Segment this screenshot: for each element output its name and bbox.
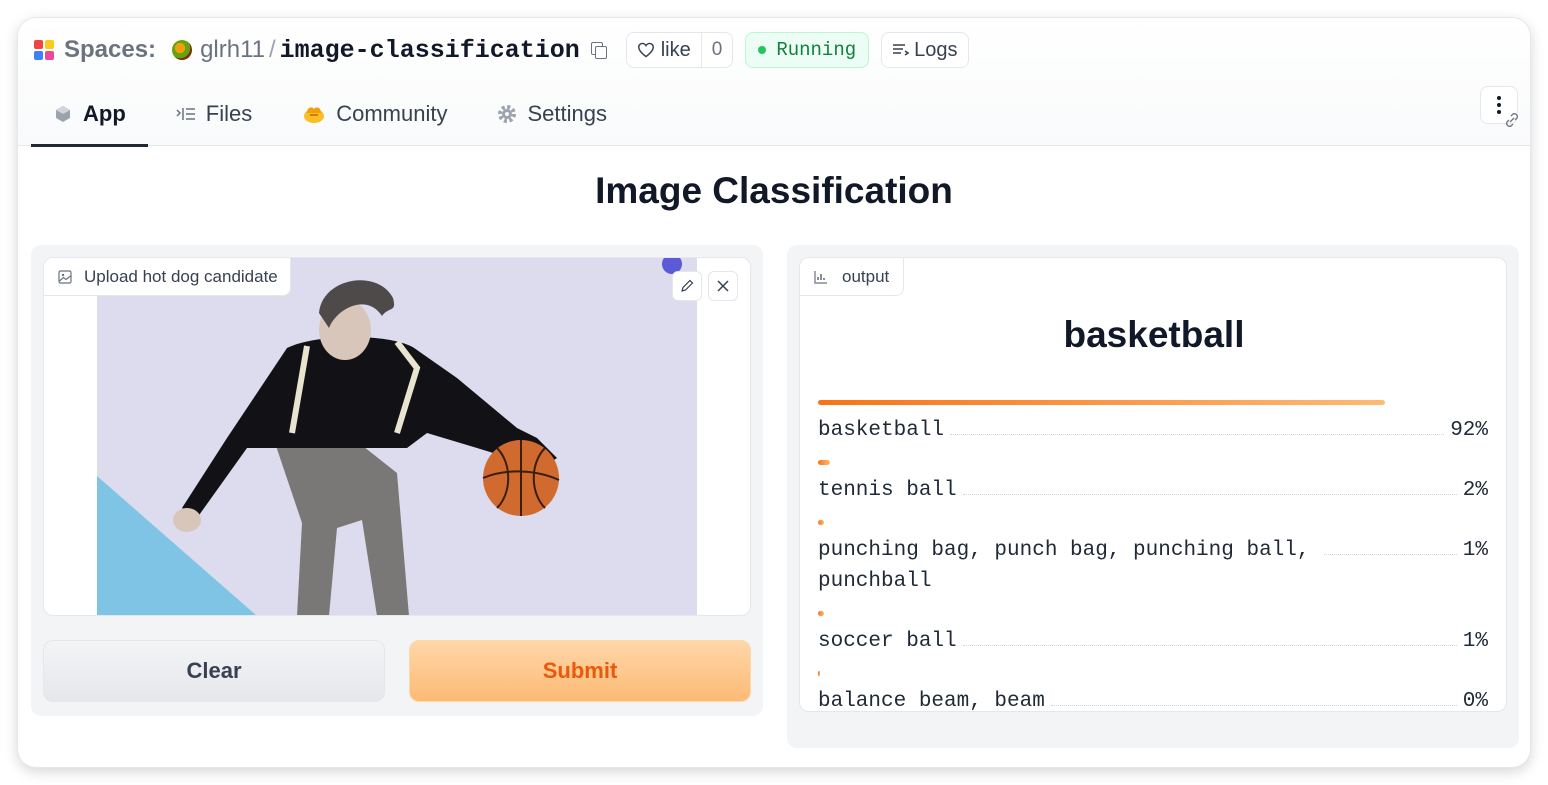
logs-icon (893, 44, 910, 56)
prediction-value: 92% (1450, 419, 1488, 442)
copy-icon[interactable] (590, 41, 608, 59)
top-prediction: basketball (1063, 314, 1245, 355)
close-icon (717, 280, 729, 292)
spaces-logo-icon (34, 40, 54, 60)
uploaded-image (97, 258, 697, 615)
prediction-label: basketball (818, 419, 945, 442)
like-main[interactable]: like (627, 33, 701, 67)
logs-label: Logs (914, 38, 958, 61)
prediction-row: soccer ball 1% (818, 611, 1488, 657)
status-dot-icon (758, 46, 767, 54)
prediction-value: 1% (1462, 539, 1488, 562)
prediction-text: punching bag, punch bag, punching ball, … (818, 535, 1488, 597)
prediction-text: balance beam, beam 0% (818, 686, 1488, 712)
owner-avatar[interactable] (172, 40, 193, 60)
prediction-list: basketball 92% tennis ball 2% punching bag, … (818, 400, 1488, 712)
tab-app-label: App (83, 101, 126, 126)
dotted-leader (962, 475, 1457, 495)
status-badge[interactable]: Running (745, 32, 870, 68)
link-icon[interactable] (1504, 112, 1520, 128)
space-tabs: App Files Community Settings (31, 82, 635, 147)
repo-name[interactable]: image-classification (280, 36, 580, 65)
prediction-row: balance beam, beam 0% (818, 671, 1488, 712)
image-upload[interactable]: Upload hot dog candidate (43, 257, 751, 616)
gear-icon (497, 104, 517, 124)
confidence-bar (818, 460, 830, 465)
prediction-row: punching bag, punch bag, punching ball, … (818, 520, 1488, 597)
confidence-bar (818, 520, 824, 525)
input-panel: Upload hot dog candidate Clear Submit (31, 245, 763, 716)
dotted-leader (950, 415, 1445, 435)
tab-files-label: Files (205, 101, 253, 126)
confidence-bar (818, 400, 1385, 405)
output-panel: output basketball basketball 92% tennis ba… (787, 245, 1519, 748)
status-text: Running (776, 39, 857, 61)
tab-app[interactable]: App (31, 82, 148, 147)
tab-files[interactable]: Files (154, 82, 274, 146)
tab-community[interactable]: Community (280, 82, 469, 146)
prediction-value: 0% (1462, 690, 1488, 712)
prediction-label: soccer ball (818, 630, 957, 653)
confidence-bar (818, 611, 824, 616)
browser-window: Spaces: glrh11 / image-classification li… (18, 18, 1530, 767)
image-input-label: Upload hot dog candidate (44, 258, 291, 296)
prediction-row: basketball 92% (818, 400, 1488, 446)
spaces-label[interactable]: Spaces: (64, 36, 156, 64)
prediction-row: tennis ball 2% (818, 460, 1488, 506)
output-label: output (800, 258, 905, 296)
prediction-text: soccer ball 1% (818, 626, 1488, 657)
pencil-icon (681, 279, 694, 292)
image-input-label-text: Upload hot dog candidate (84, 266, 278, 286)
cube-icon (53, 104, 73, 124)
confidence-bar (818, 671, 820, 676)
output-label-text: output (842, 266, 890, 286)
like-button[interactable]: like 0 (625, 32, 734, 68)
prediction-value: 1% (1462, 630, 1488, 653)
dotted-leader (1324, 535, 1457, 555)
submit-button[interactable]: Submit (409, 640, 751, 702)
clear-image-button[interactable] (708, 271, 738, 301)
like-label: like (660, 38, 691, 61)
title-row: Spaces: glrh11 / image-classification li… (34, 32, 969, 68)
dotted-leader (1050, 686, 1457, 706)
tab-community-label: Community (336, 101, 448, 126)
prediction-value: 2% (1462, 479, 1488, 502)
label-output: output basketball basketball 92% tennis ba… (799, 257, 1507, 712)
edit-image-button[interactable] (672, 271, 702, 301)
more-vertical-icon (1497, 95, 1501, 116)
bar-chart-icon (814, 270, 827, 284)
community-icon (302, 103, 326, 125)
path-separator: / (269, 36, 276, 63)
files-icon (176, 105, 196, 123)
tab-settings-label: Settings (527, 101, 607, 126)
tab-settings[interactable]: Settings (475, 82, 629, 146)
prediction-label: balance beam, beam (818, 690, 1045, 712)
prediction-label: punching bag, punch bag, punching ball, … (818, 539, 1310, 593)
prediction-text: basketball 92% (818, 415, 1488, 446)
owner-link[interactable]: glrh11 (200, 36, 265, 64)
image-icon (58, 269, 72, 284)
prediction-label: tennis ball (818, 479, 957, 502)
space-header: Spaces: glrh11 / image-classification li… (18, 18, 1530, 147)
dotted-leader (962, 626, 1457, 646)
prediction-text: tennis ball 2% (818, 475, 1488, 506)
heart-icon (637, 42, 654, 58)
clear-button[interactable]: Clear (43, 640, 385, 702)
page-title: Image Classification (595, 170, 953, 211)
like-count[interactable]: 0 (700, 33, 733, 67)
logs-button[interactable]: Logs (881, 32, 969, 68)
